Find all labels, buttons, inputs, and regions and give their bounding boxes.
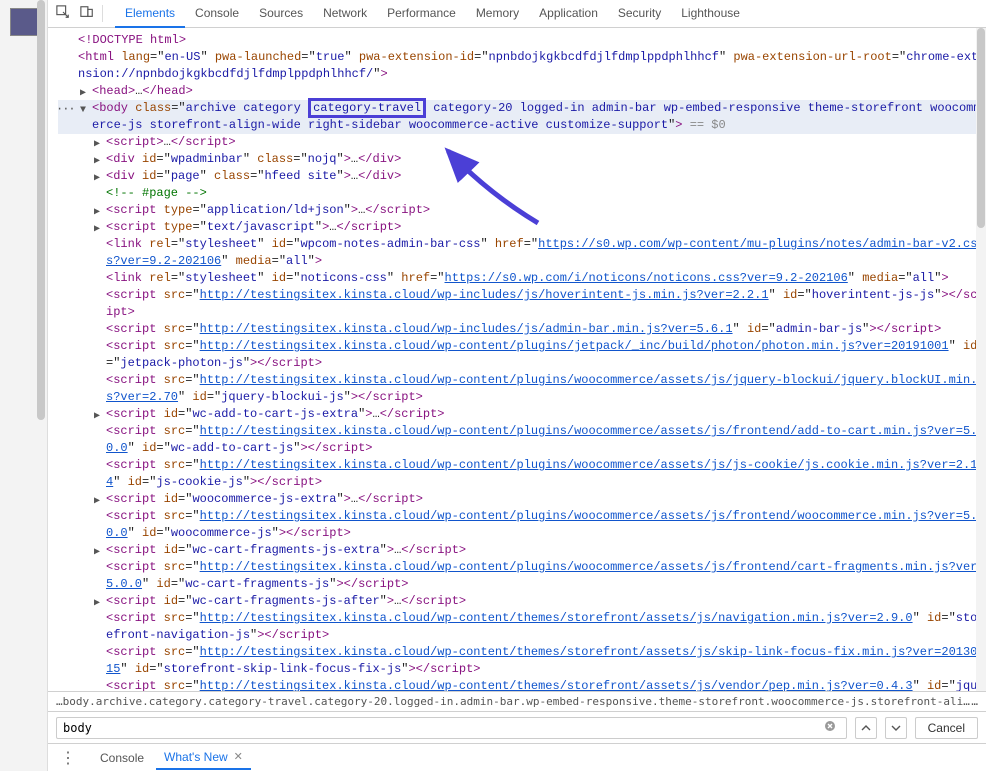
close-icon[interactable]: ✕: [232, 750, 243, 763]
dom-row[interactable]: <script src="http://testingsitex.kinsta.…: [58, 287, 986, 321]
tab-network[interactable]: Network: [313, 0, 377, 28]
dom-row[interactable]: <script src="http://testingsitex.kinsta.…: [58, 321, 986, 338]
drawer-menu-icon[interactable]: ⋮: [54, 748, 82, 768]
dom-row[interactable]: ▶<script id="wc-cart-fragments-js-after"…: [58, 593, 986, 610]
dom-row[interactable]: <script src="http://testingsitex.kinsta.…: [58, 457, 986, 491]
dom-row[interactable]: ▶<script>…</script>: [58, 134, 986, 151]
panel-tabs: ElementsConsoleSourcesNetworkPerformance…: [115, 0, 750, 28]
dom-row[interactable]: <script src="http://testingsitex.kinsta.…: [58, 678, 986, 691]
device-toolbar-icon[interactable]: [80, 5, 94, 22]
tab-application[interactable]: Application: [529, 0, 608, 28]
breadcrumb-text[interactable]: body.archive.category.category-travel.ca…: [63, 695, 972, 708]
drawer-tab-console[interactable]: Console: [92, 746, 152, 770]
page-thumbnail: [10, 8, 38, 36]
devtools-toolbar: ElementsConsoleSourcesNetworkPerformance…: [48, 0, 986, 28]
dom-row[interactable]: <script src="http://testingsitex.kinsta.…: [58, 423, 986, 457]
tab-security[interactable]: Security: [608, 0, 671, 28]
dom-row[interactable]: <html lang="en-US" pwa-launched="true" p…: [58, 49, 986, 83]
dom-row[interactable]: <script src="http://testingsitex.kinsta.…: [58, 372, 986, 406]
breadcrumb-ellipsis: …: [971, 695, 978, 708]
dom-row[interactable]: ▶<head>…</head>: [58, 83, 986, 100]
dom-row[interactable]: <script src="http://testingsitex.kinsta.…: [58, 508, 986, 542]
dom-row[interactable]: ▶<script id="wc-add-to-cart-js-extra">…<…: [58, 406, 986, 423]
dom-row[interactable]: <link rel="stylesheet" id="wpcom-notes-a…: [58, 236, 986, 270]
breadcrumb-prefix: …: [56, 695, 63, 708]
dom-row[interactable]: <script src="http://testingsitex.kinsta.…: [58, 644, 986, 678]
drawer-tabs: ⋮ ConsoleWhat's New✕: [48, 743, 986, 771]
cancel-button[interactable]: Cancel: [915, 717, 978, 739]
dom-scrollbar[interactable]: [976, 28, 986, 691]
dom-row[interactable]: ▼···<body class="archive category catego…: [58, 100, 986, 134]
dom-tree[interactable]: <!DOCTYPE html><html lang="en-US" pwa-la…: [48, 28, 986, 691]
dom-row[interactable]: ▶<script type="application/ld+json">…</s…: [58, 202, 986, 219]
clear-search-icon[interactable]: [820, 720, 840, 735]
tab-sources[interactable]: Sources: [249, 0, 313, 28]
dom-row[interactable]: <script src="http://testingsitex.kinsta.…: [58, 338, 986, 372]
search-next-button[interactable]: [885, 717, 907, 739]
tab-memory[interactable]: Memory: [466, 0, 529, 28]
search-bar: Cancel: [48, 711, 986, 743]
expand-toggle-icon[interactable]: ▼: [80, 102, 86, 119]
dom-row[interactable]: <script src="http://testingsitex.kinsta.…: [58, 610, 986, 644]
dom-row[interactable]: <script src="http://testingsitex.kinsta.…: [58, 559, 986, 593]
tab-elements[interactable]: Elements: [115, 0, 185, 28]
dom-row[interactable]: <!DOCTYPE html>: [58, 32, 986, 49]
search-prev-button[interactable]: [855, 717, 877, 739]
tab-performance[interactable]: Performance: [377, 0, 466, 28]
dom-row[interactable]: <link rel="stylesheet" id="noticons-css"…: [58, 270, 986, 287]
tab-console[interactable]: Console: [185, 0, 249, 28]
dom-row[interactable]: ▶<script type="text/javascript">…</scrip…: [58, 219, 986, 236]
drawer-tab-what-s-new[interactable]: What's New✕: [156, 746, 251, 770]
devtools-sidebar: [0, 0, 48, 771]
search-input[interactable]: [63, 721, 820, 735]
breadcrumb-bar[interactable]: … body.archive.category.category-travel.…: [48, 691, 986, 711]
inspect-element-icon[interactable]: [56, 5, 70, 22]
dom-row[interactable]: ▶<script id="woocommerce-js-extra">…</sc…: [58, 491, 986, 508]
dom-row[interactable]: ▶<script id="wc-cart-fragments-js-extra"…: [58, 542, 986, 559]
tab-lighthouse[interactable]: Lighthouse: [671, 0, 750, 28]
dom-row[interactable]: ▶<div id="page" class="hfeed site">…</di…: [58, 168, 986, 185]
dom-row[interactable]: <!-- #page -->: [58, 185, 986, 202]
sidebar-scrollbar[interactable]: [37, 0, 45, 420]
dom-row[interactable]: ▶<div id="wpadminbar" class="nojq">…</di…: [58, 151, 986, 168]
